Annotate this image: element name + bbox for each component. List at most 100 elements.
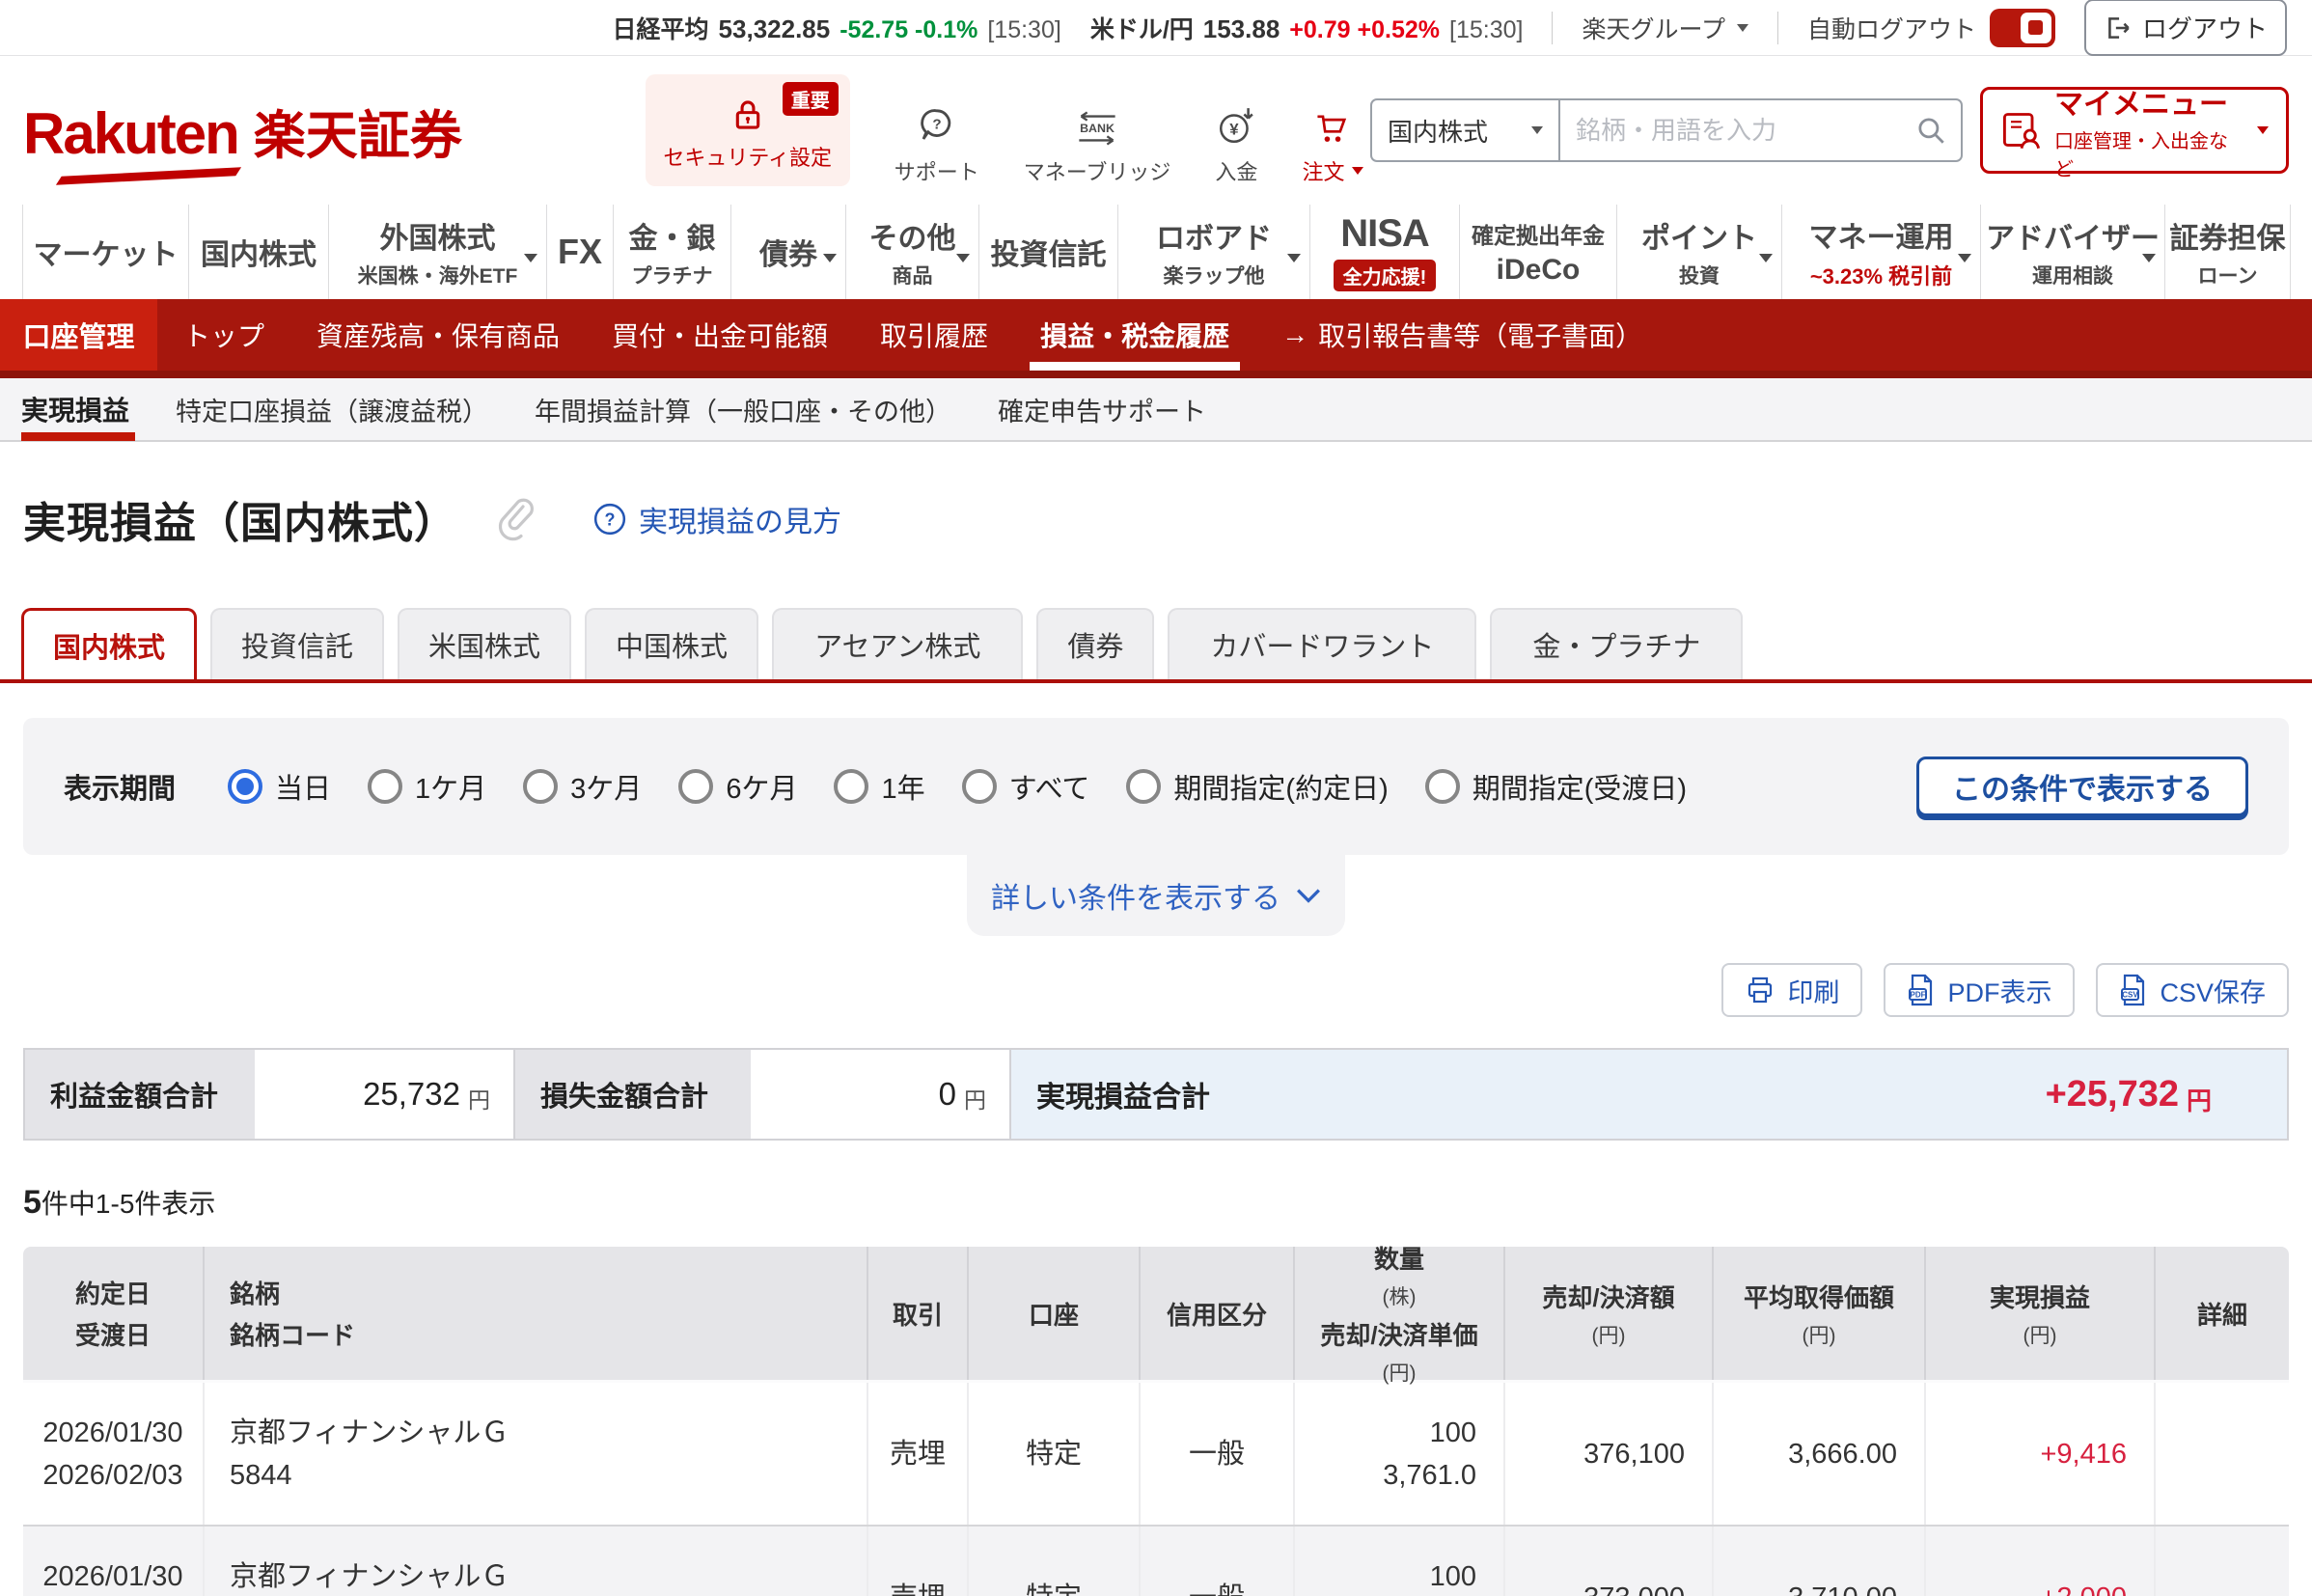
money-bridge-label: マネーブリッジ — [1024, 155, 1171, 186]
cell-account: 特定 — [969, 1383, 1141, 1525]
cart-icon — [1313, 101, 1352, 146]
radio-checked-icon — [228, 769, 262, 804]
sub-nav: 実現損益 特定口座損益（譲渡益税） 年間損益計算（一般口座・その他） 確定申告サ… — [0, 378, 2312, 442]
account-nav-pl-tax-history[interactable]: 損益・税金履歴 — [1014, 299, 1255, 371]
main-nav-mutual-funds[interactable]: 投資信託 — [978, 205, 1117, 299]
my-menu-label: マイメニュー — [2054, 80, 2245, 123]
main-nav-foreign-stocks[interactable]: 外国株式 米国株・海外ETF — [328, 205, 546, 299]
cell-quantity-unitprice: 100 — [1295, 1527, 1505, 1596]
my-menu-button[interactable]: マイメニュー 口座管理・入出金など — [1980, 87, 2289, 174]
realized-pl-table: 約定日 受渡日 銘柄 銘柄コード 取引 口座 信用区分 数量 (株) 売却/決済… — [23, 1247, 2289, 1596]
top-status-bar: 日経平均 53,322.85 -52.75 -0.1% [15:30] 米ドル/… — [0, 0, 2312, 56]
svg-text:?: ? — [605, 509, 616, 529]
divider — [1552, 12, 1553, 44]
support-button[interactable]: ? サポート — [895, 101, 979, 186]
main-nav-nisa[interactable]: NISA 全力応援! — [1309, 205, 1459, 299]
search-icon[interactable] — [1914, 114, 1947, 147]
col-trade: 取引 — [868, 1247, 969, 1380]
chevron-down-icon — [1531, 126, 1543, 134]
rakuten-group-menu[interactable]: 楽天グループ — [1582, 11, 1748, 45]
divider — [1777, 12, 1778, 44]
tab-covered-warrants[interactable]: カバードワラント — [1168, 608, 1476, 679]
svg-text:¥: ¥ — [1230, 120, 1240, 138]
order-button[interactable]: 注文 — [1302, 101, 1363, 186]
auto-logout-toggle[interactable] — [1990, 9, 2055, 47]
result-count: 5件中1-5件表示 — [23, 1183, 2289, 1222]
arrow-right-icon: → — [1281, 319, 1308, 350]
tab-asean-stocks[interactable]: アセアン株式 — [772, 608, 1023, 679]
my-menu-sublabel: 口座管理・入出金など — [2054, 125, 2245, 181]
deposit-label: 入金 — [1215, 155, 1257, 186]
main-nav-market[interactable]: マーケット — [22, 205, 188, 299]
show-more-conditions[interactable]: 詳しい条件を表示する — [967, 855, 1345, 936]
account-nav-trade-reports[interactable]: → 取引報告書等（電子書面） — [1255, 299, 1668, 371]
logout-button[interactable]: ログアウト — [2084, 0, 2287, 56]
period-option-range-settle-date[interactable]: 期間指定(受渡日) — [1425, 766, 1687, 807]
printer-icon — [1745, 975, 1775, 1005]
page-title: 実現損益（国内株式） — [23, 488, 457, 550]
main-nav-other-products[interactable]: その他 商品 — [845, 205, 978, 299]
chevron-down-icon — [1759, 254, 1773, 262]
apply-filter-button[interactable]: この条件で表示する — [1916, 757, 2248, 816]
sub-nav-realized-pl[interactable]: 実現損益 — [21, 377, 129, 441]
period-option-6months[interactable]: 6ケ月 — [678, 766, 797, 807]
main-nav-point-investment[interactable]: ポイント 投資 — [1616, 205, 1781, 299]
account-nav-buying-power[interactable]: 買付・出金可能額 — [586, 299, 854, 371]
paperclip-icon[interactable] — [494, 497, 537, 541]
main-nav-fx[interactable]: FX — [546, 205, 613, 299]
col-symbol: 銘柄 銘柄コード — [205, 1247, 868, 1380]
account-nav-trade-history[interactable]: 取引履歴 — [854, 299, 1014, 371]
tab-bonds[interactable]: 債券 — [1036, 608, 1154, 679]
chevron-down-icon — [2142, 254, 2156, 262]
period-option-1year[interactable]: 1年 — [834, 766, 924, 807]
tab-domestic-stocks[interactable]: 国内株式 — [21, 608, 197, 679]
period-option-1month[interactable]: 1ケ月 — [368, 766, 486, 807]
main-nav-money-management[interactable]: マネー運用 ~3.23% 税引前 — [1781, 205, 1980, 299]
site-header: Rakuten 楽天証券 重要 セキュリティ設定 ? サポート BANK マネー… — [0, 56, 2312, 205]
period-option-3months[interactable]: 3ケ月 — [523, 766, 642, 807]
radio-icon — [678, 769, 713, 804]
main-nav-ideco[interactable]: 確定拠出年金 iDeCo — [1459, 205, 1616, 299]
col-amount: 売却/決済額 (円) — [1505, 1247, 1714, 1380]
period-option-today[interactable]: 当日 — [228, 766, 331, 807]
nikkei-value: 53,322.85 — [719, 14, 831, 44]
pdf-view-button[interactable]: PDF PDF表示 — [1884, 963, 2075, 1017]
sub-nav-specific-account-pl[interactable]: 特定口座損益（譲渡益税） — [176, 377, 488, 441]
radio-icon — [1126, 769, 1161, 804]
period-option-all[interactable]: すべて — [962, 766, 1090, 807]
account-nav-top[interactable]: トップ — [157, 299, 290, 371]
csv-save-button[interactable]: CSV CSV保存 — [2096, 963, 2289, 1017]
main-nav-securities-loan[interactable]: 証券担保 ローン — [2164, 205, 2291, 299]
product-tabs: 国内株式 投資信託 米国株式 中国株式 アセアン株式 債券 カバードワラント 金… — [0, 608, 2312, 683]
rakuten-securities-logo[interactable]: Rakuten 楽天証券 — [23, 93, 462, 169]
cell-realized-pl: +9,416 — [1926, 1383, 2156, 1525]
sub-nav-tax-return-support[interactable]: 確定申告サポート — [998, 377, 1206, 441]
main-nav-domestic-stocks[interactable]: 国内株式 — [188, 205, 328, 299]
main-nav-roboad[interactable]: ロボアド 楽ラップ他 — [1117, 205, 1309, 299]
radio-icon — [523, 769, 558, 804]
help-link[interactable]: ? 実現損益の見方 — [592, 498, 841, 540]
money-bridge-button[interactable]: BANK マネーブリッジ — [1024, 101, 1171, 186]
main-nav-gold-platinum[interactable]: 金・銀 プラチナ — [613, 205, 730, 299]
main-nav-bonds[interactable]: 債券 — [730, 205, 845, 299]
account-nav-root[interactable]: 口座管理 — [0, 299, 157, 371]
search-input[interactable] — [1560, 100, 1914, 160]
period-filter-label: 表示期間 — [64, 766, 176, 807]
account-nav-balance[interactable]: 資産残高・保有商品 — [290, 299, 586, 371]
table-row: 2026/01/30 2026/02/03 京都フィナンシャルＧ 5844 売埋… — [23, 1380, 2289, 1525]
sub-nav-annual-pl[interactable]: 年間損益計算（一般口座・その他） — [535, 377, 951, 441]
tab-gold-platinum[interactable]: 金・プラチナ — [1490, 608, 1743, 679]
tab-china-stocks[interactable]: 中国株式 — [585, 608, 758, 679]
tab-mutual-funds[interactable]: 投資信託 — [210, 608, 384, 679]
radio-icon — [834, 769, 868, 804]
tab-us-stocks[interactable]: 米国株式 — [398, 608, 571, 679]
search-category-select[interactable]: 国内株式 — [1372, 100, 1560, 160]
deposit-button[interactable]: ¥ 入金 — [1215, 101, 1257, 186]
security-settings-button[interactable]: 重要 セキュリティ設定 — [646, 74, 850, 186]
cell-avg-price: 3,666.00 — [1714, 1383, 1926, 1525]
period-option-range-trade-date[interactable]: 期間指定(約定日) — [1126, 766, 1388, 807]
main-nav-advisor[interactable]: アドバイザー 運用相談 — [1980, 205, 2164, 299]
help-link-label: 実現損益の見方 — [639, 498, 841, 540]
print-button[interactable]: 印刷 — [1721, 963, 1862, 1017]
auto-logout-label: 自動ログアウト — [1807, 11, 1976, 45]
